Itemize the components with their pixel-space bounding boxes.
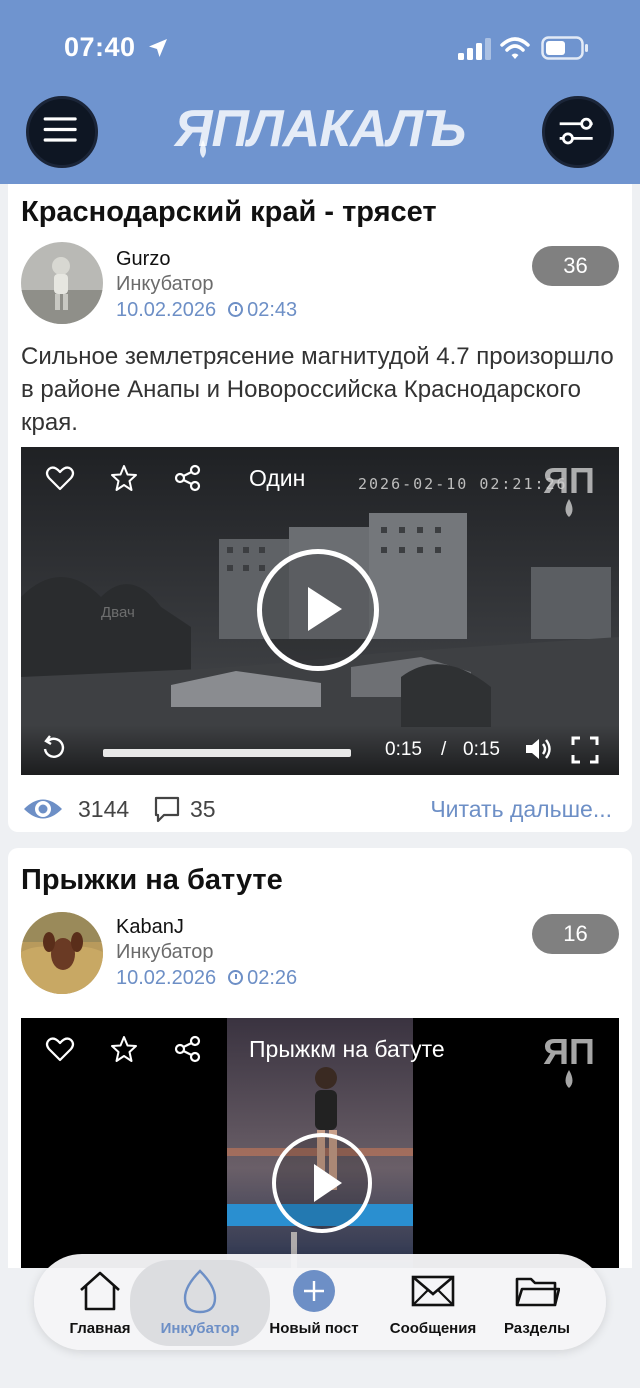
rating-badge[interactable]: 36 bbox=[532, 246, 619, 286]
svg-text:Двач: Двач bbox=[101, 604, 135, 621]
tab-new-post[interactable]: Новый пост bbox=[264, 1254, 364, 1350]
battery-icon bbox=[541, 36, 588, 60]
play-button[interactable] bbox=[272, 1133, 372, 1233]
yaplakal-watermark-icon: ЯП bbox=[543, 460, 595, 517]
svg-text:ЯП: ЯП bbox=[543, 1031, 595, 1072]
filter-settings-button[interactable] bbox=[542, 96, 614, 168]
post-title[interactable]: Краснодарский край - трясет bbox=[21, 196, 437, 229]
settings-sliders-icon bbox=[559, 117, 593, 145]
video-title: Один bbox=[249, 465, 306, 491]
post-date: 10.02.2026 02:43 bbox=[116, 299, 297, 322]
video-title: Прыжкм на батуте bbox=[249, 1036, 445, 1062]
clock-icon bbox=[228, 302, 244, 317]
fullscreen-icon[interactable] bbox=[570, 735, 600, 765]
yaplakal-watermark-icon: ЯП bbox=[543, 1031, 595, 1088]
video-progress-bar[interactable] bbox=[103, 749, 351, 757]
tab-messages[interactable]: Сообщения bbox=[378, 1254, 488, 1350]
location-arrow-icon bbox=[149, 39, 167, 57]
post-card[interactable]: Прыжки на батуте KabanJ Инкубатор 10.02.… bbox=[8, 848, 632, 1268]
wifi-icon bbox=[500, 37, 530, 59]
bottom-tab-bar: Главная Инкубатор Новый пост Сообщения Р… bbox=[34, 1254, 606, 1350]
svg-text:ЯП: ЯП bbox=[543, 460, 595, 501]
heart-icon[interactable] bbox=[45, 1034, 75, 1064]
video-current-time: 0:15 bbox=[385, 739, 422, 760]
video-time-separator: / bbox=[441, 739, 447, 760]
envelope-icon bbox=[411, 1275, 455, 1307]
heart-icon[interactable] bbox=[45, 463, 75, 493]
author-name[interactable]: KabanJ bbox=[116, 916, 184, 939]
app-header: 07:40 ЯПЛАКАЛЪ bbox=[0, 0, 640, 184]
post-card[interactable]: Краснодарский край - трясет Gurzo Инкуба… bbox=[8, 184, 632, 832]
post-title[interactable]: Прыжки на батуте bbox=[21, 864, 283, 897]
tab-label: Разделы bbox=[504, 1320, 570, 1337]
video-action-icons bbox=[45, 1034, 203, 1064]
play-button[interactable] bbox=[257, 549, 379, 671]
hamburger-icon bbox=[43, 117, 77, 142]
folder-icon bbox=[515, 1277, 560, 1307]
post-date: 10.02.2026 02:26 bbox=[116, 967, 297, 990]
tab-incubator[interactable]: Инкубатор bbox=[130, 1260, 270, 1346]
plus-circle-icon bbox=[293, 1270, 335, 1312]
clock-icon bbox=[228, 970, 244, 985]
tab-label: Новый пост bbox=[269, 1320, 359, 1337]
video-action-icons bbox=[45, 463, 203, 493]
share-icon[interactable] bbox=[173, 463, 203, 493]
video-controls: 0:15 / 0:15 bbox=[21, 725, 619, 775]
author-name[interactable]: Gurzo bbox=[116, 248, 170, 271]
volume-icon[interactable] bbox=[523, 735, 553, 763]
post-date-value: 10.02.2026 bbox=[116, 967, 217, 989]
avatar[interactable] bbox=[21, 242, 103, 324]
status-bar: 07:40 bbox=[0, 0, 640, 90]
comments-count[interactable]: 35 bbox=[190, 796, 216, 823]
eye-icon bbox=[24, 799, 62, 819]
video-player[interactable]: 2026-02-10 02:21:26 Двач Один ЯП 0:15 / … bbox=[21, 447, 619, 775]
read-more-link[interactable]: Читать дальше... bbox=[430, 796, 612, 823]
avatar[interactable] bbox=[21, 912, 103, 994]
cellular-signal-icon bbox=[458, 38, 491, 60]
svg-text:ЯПЛАКАЛЪ: ЯПЛАКАЛЪ bbox=[173, 100, 466, 158]
status-time: 07:40 bbox=[64, 32, 136, 62]
home-icon bbox=[80, 1271, 120, 1311]
post-section[interactable]: Инкубатор bbox=[116, 941, 213, 964]
tab-label: Сообщения bbox=[389, 1320, 477, 1337]
share-icon[interactable] bbox=[173, 1034, 203, 1064]
post-stats: 3144 35 Читать дальше... bbox=[22, 792, 622, 828]
egg-icon bbox=[183, 1269, 217, 1314]
post-time: 02:26 bbox=[247, 967, 298, 989]
tab-label: Инкубатор bbox=[160, 1320, 240, 1337]
menu-button[interactable] bbox=[26, 96, 98, 168]
views-count: 3144 bbox=[78, 796, 130, 822]
post-section[interactable]: Инкубатор bbox=[116, 273, 213, 296]
post-time: 02:43 bbox=[247, 299, 298, 321]
star-icon[interactable] bbox=[109, 463, 139, 493]
rating-badge[interactable]: 16 bbox=[532, 914, 619, 954]
tab-sections[interactable]: Разделы bbox=[492, 1254, 582, 1350]
comment-icon[interactable] bbox=[152, 794, 182, 824]
yaplakal-logo[interactable]: ЯПЛАКАЛЪ bbox=[165, 96, 475, 162]
replay-icon[interactable] bbox=[41, 735, 67, 761]
post-date-value: 10.02.2026 bbox=[116, 299, 217, 321]
post-text: Сильное землетрясение магнитудой 4.7 про… bbox=[21, 343, 614, 436]
video-duration: 0:15 bbox=[463, 739, 500, 760]
star-icon[interactable] bbox=[109, 1034, 139, 1064]
video-player[interactable]: Прыжкм на батуте ЯП bbox=[21, 1018, 619, 1268]
